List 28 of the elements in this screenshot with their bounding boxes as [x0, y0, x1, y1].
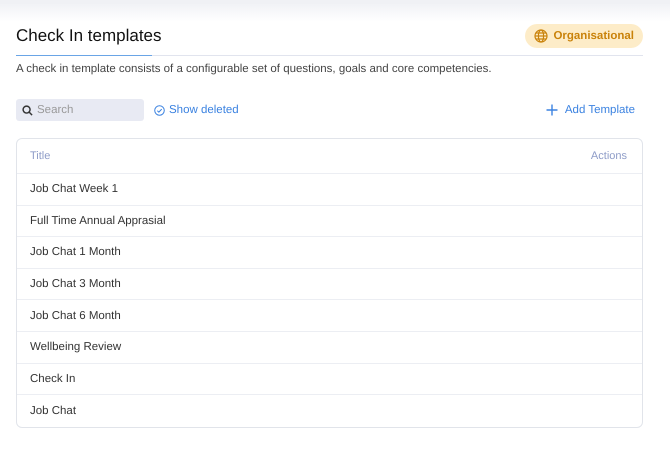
table-row[interactable]: Check In: [17, 364, 642, 396]
table-row[interactable]: Job Chat 3 Month: [17, 268, 642, 300]
globe-icon: [534, 29, 548, 43]
search-icon: [22, 104, 33, 116]
table-row[interactable]: Wellbeing Review: [17, 332, 642, 364]
table-row[interactable]: Job Chat 1 Month: [17, 237, 642, 269]
table-row[interactable]: Job Chat: [17, 395, 642, 427]
template-title: Job Chat: [30, 404, 76, 417]
plus-icon: [546, 104, 558, 116]
table-row[interactable]: Job Chat 6 Month: [17, 300, 642, 332]
template-title: Job Chat Week 1: [30, 183, 118, 196]
badge-label: Organisational: [553, 30, 634, 42]
page-title: Check In templates: [16, 26, 162, 46]
search-field[interactable]: Search: [16, 99, 144, 121]
column-header: Title: [30, 150, 50, 162]
check-circle-icon: [154, 104, 165, 116]
show-deleted-button[interactable]: Show deleted: [154, 104, 239, 116]
template-title: Check In: [30, 372, 76, 385]
template-title: Job Chat 3 Month: [30, 278, 121, 290]
template-title: Full Time Annual Apprasial: [30, 214, 166, 227]
table-row[interactable]: Full Time Annual Apprasial: [17, 206, 642, 238]
description-text: A check in template consists of a configurable set of questions, goals and core competencies.: [16, 63, 493, 75]
template-title: Job Chat 1 Month: [30, 246, 121, 258]
template-title: Job Chat 6 Month: [30, 310, 121, 322]
table-row[interactable]: Job Chat Week 1: [17, 174, 642, 206]
add-template-button[interactable]: Add Template: [546, 104, 635, 116]
column-header: Actions: [590, 150, 627, 162]
template-title: Wellbeing Review: [30, 341, 122, 354]
